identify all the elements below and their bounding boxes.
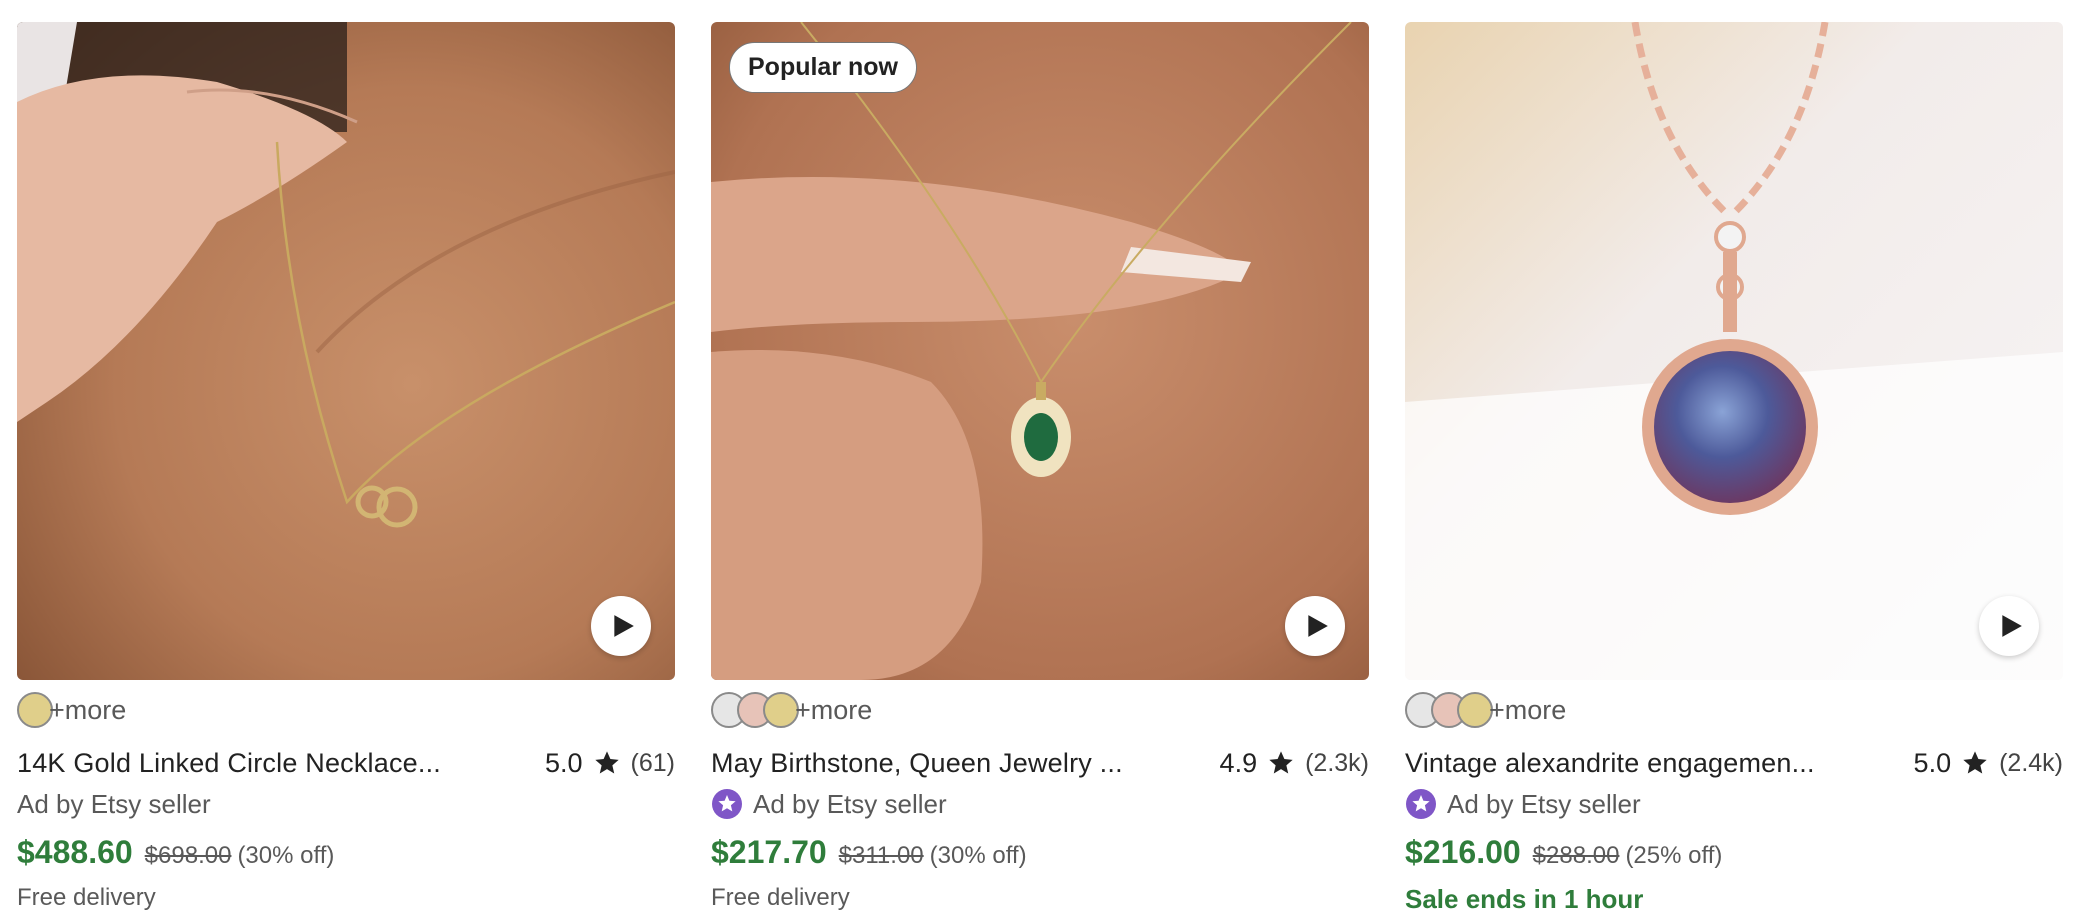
sale-price: $488.60: [17, 834, 133, 870]
alexandrite-pendant-photo: [1405, 22, 2063, 680]
delivery-label: Free delivery: [17, 884, 156, 911]
delivery-label: Free delivery: [711, 884, 850, 911]
listing-image[interactable]: [1405, 22, 2063, 680]
color-swatch[interactable]: [1457, 692, 1493, 728]
color-swatches: +more: [17, 690, 675, 730]
ad-label: Ad by Etsy seller: [1447, 788, 1641, 819]
play-icon: [2002, 615, 2022, 637]
sale-price: $216.00: [1405, 834, 1521, 870]
listing-grid: +more 14K Gold Linked Circle Necklace...…: [17, 22, 2063, 916]
star-seller-icon: [1406, 789, 1436, 819]
star-seller-icon: [712, 789, 742, 819]
play-icon: [1308, 615, 1328, 637]
original-price: $288.00: [1532, 842, 1620, 869]
play-video-button[interactable]: [1979, 596, 2039, 656]
play-video-button[interactable]: [1285, 596, 1345, 656]
price-row: $217.70 $311.00 (30% off): [711, 834, 1369, 874]
price-row: $488.60 $698.00 (30% off): [17, 834, 675, 874]
seller-line: Ad by Etsy seller: [1405, 786, 2063, 822]
sale-ends-label: Sale ends in 1 hour: [1405, 884, 1644, 914]
rating-value: 5.0: [544, 747, 583, 778]
listing-card[interactable]: +more 14K Gold Linked Circle Necklace...…: [17, 22, 675, 916]
color-swatches: +more: [1405, 690, 2063, 730]
title-row: May Birthstone, Queen Jewelry ... 4.9 (2…: [711, 746, 1369, 780]
color-swatch[interactable]: [17, 692, 53, 728]
star-icon: [594, 751, 619, 774]
sale-price: $217.70: [711, 834, 827, 870]
discount-label: (25% off): [1625, 842, 1723, 869]
star-icon: [1963, 751, 1987, 774]
title-row: 14K Gold Linked Circle Necklace... 5.0 (…: [17, 746, 675, 780]
original-price: $698.00: [144, 842, 232, 869]
rating: 4.9 (2.3k): [1220, 748, 1369, 779]
more-colors-label: +more: [795, 694, 873, 725]
more-colors-label: +more: [1489, 694, 1567, 725]
play-video-button[interactable]: [591, 596, 651, 656]
listing-card[interactable]: +more Vintage alexandrite engagemen... 5…: [1405, 22, 2063, 916]
rating-value: 4.9: [1219, 747, 1258, 778]
necklace-photo: [17, 22, 675, 680]
color-swatch[interactable]: [763, 692, 799, 728]
ad-label: Ad by Etsy seller: [753, 788, 947, 819]
title-row: Vintage alexandrite engagemen... 5.0 (2.…: [1405, 746, 2063, 780]
review-count: (2.4k): [1999, 748, 2063, 777]
listing-image[interactable]: Popular now: [711, 22, 1369, 680]
star-icon: [1269, 751, 1293, 774]
listing-title[interactable]: 14K Gold Linked Circle Necklace...: [17, 748, 441, 779]
price-row: $216.00 $288.00 (25% off): [1405, 834, 2063, 874]
play-icon: [614, 615, 634, 637]
review-count: (61): [630, 748, 675, 777]
listing-title[interactable]: Vintage alexandrite engagemen...: [1405, 748, 1815, 779]
seller-line: Ad by Etsy seller: [17, 786, 675, 822]
seller-line: Ad by Etsy seller: [711, 786, 1369, 822]
listing-card[interactable]: Popular now +more May Birthstone, Queen …: [711, 22, 1369, 916]
pendant-photo: [711, 22, 1369, 680]
discount-label: (30% off): [237, 842, 335, 869]
review-count: (2.3k): [1305, 748, 1369, 777]
color-swatches: +more: [711, 690, 1369, 730]
discount-label: (30% off): [929, 842, 1027, 869]
listing-image[interactable]: [17, 22, 675, 680]
more-colors-label: +more: [49, 694, 127, 725]
ad-label: Ad by Etsy seller: [17, 788, 211, 819]
original-price: $311.00: [838, 842, 924, 869]
rating: 5.0 (2.4k): [1914, 748, 2063, 779]
popular-now-badge: Popular now: [729, 42, 917, 93]
rating: 5.0 (61): [545, 748, 675, 779]
rating-value: 5.0: [1913, 747, 1952, 778]
listing-title[interactable]: May Birthstone, Queen Jewelry ...: [711, 748, 1123, 779]
